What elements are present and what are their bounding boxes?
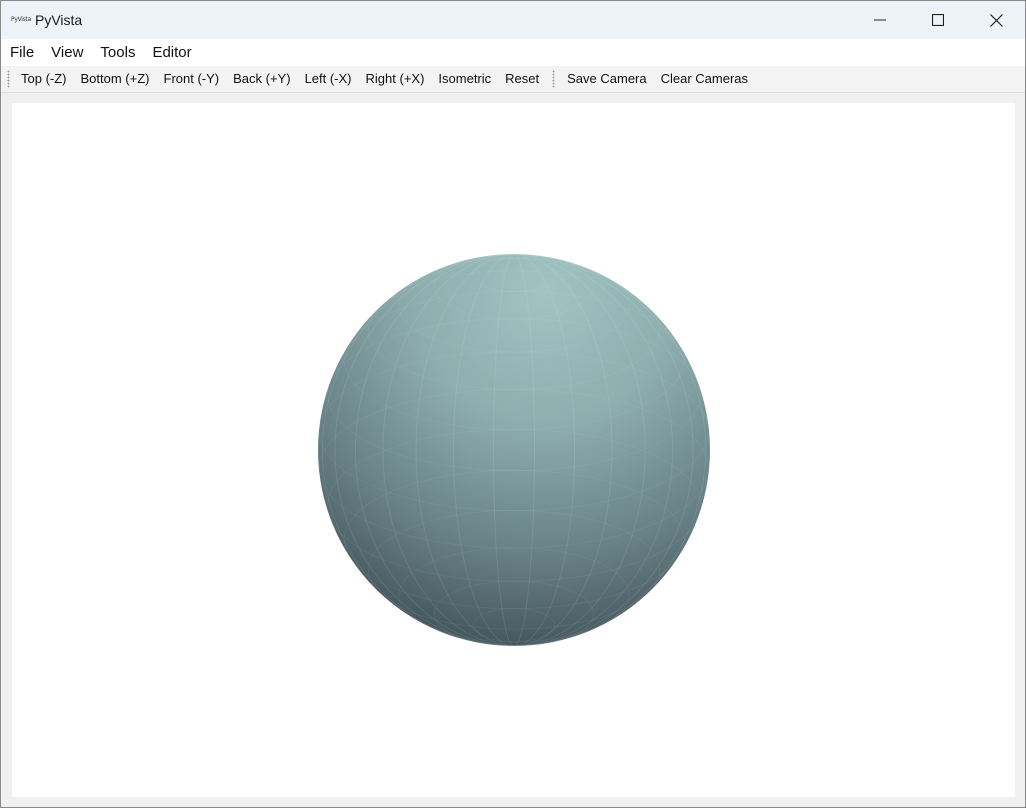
maximize-button[interactable]	[909, 1, 967, 39]
view-bottom-button[interactable]: Bottom (+Z)	[74, 68, 157, 90]
view-front-button[interactable]: Front (-Y)	[157, 68, 227, 90]
toolbar-grip[interactable]	[552, 70, 556, 88]
sphere-mesh	[318, 254, 710, 646]
minimize-button[interactable]	[851, 1, 909, 39]
minimize-icon	[874, 19, 886, 21]
camera-toolbar: Top (-Z) Bottom (+Z) Front (-Y) Back (+Y…	[1, 66, 1025, 93]
menu-editor[interactable]: Editor	[143, 39, 199, 66]
toolbar-grip[interactable]	[7, 70, 10, 88]
menu-file[interactable]: File	[1, 39, 42, 66]
clear-cameras-button[interactable]: Clear Cameras	[654, 68, 755, 90]
close-icon	[989, 13, 1003, 27]
view-right-button[interactable]: Right (+X)	[359, 68, 432, 90]
maximize-icon	[932, 14, 944, 26]
sphere-render	[318, 254, 710, 646]
view-left-button[interactable]: Left (-X)	[298, 68, 359, 90]
menu-tools[interactable]: Tools	[91, 39, 143, 66]
view-isometric-button[interactable]: Isometric	[431, 68, 498, 90]
view-top-button[interactable]: Top (-Z)	[14, 68, 74, 90]
window-controls	[851, 1, 1025, 39]
render-viewport[interactable]	[12, 103, 1015, 797]
save-camera-button[interactable]: Save Camera	[560, 68, 653, 90]
window-title: PyVista	[35, 12, 83, 28]
pyvista-logo-icon: PyVista	[11, 16, 31, 23]
view-back-button[interactable]: Back (+Y)	[226, 68, 297, 90]
pyvista-window: PyVista PyVista File View Tools Editor T…	[0, 0, 1026, 808]
view-reset-button[interactable]: Reset	[498, 68, 546, 90]
close-button[interactable]	[967, 1, 1025, 39]
menu-view[interactable]: View	[42, 39, 91, 66]
menu-bar: File View Tools Editor	[1, 39, 1025, 66]
title-bar[interactable]: PyVista PyVista	[1, 1, 1025, 39]
